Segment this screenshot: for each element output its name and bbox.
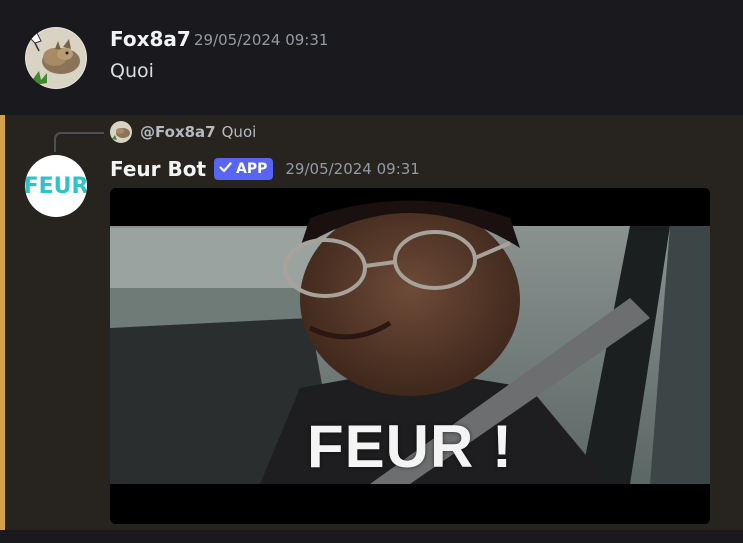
gif-caption: FEUR !: [307, 413, 513, 480]
reply-spine: [54, 132, 104, 152]
username-feur-bot[interactable]: Feur Bot: [110, 157, 206, 181]
fox-avatar-image: [25, 27, 87, 89]
message-feur-bot: @Fox8a7 Quoi FEUR Feur Bot APP 29/05/202…: [0, 115, 743, 530]
app-badge: APP: [214, 158, 274, 180]
feur-logo: FEUR: [25, 173, 87, 199]
checkmark-icon: [219, 161, 232, 177]
chat-divider: [0, 530, 743, 543]
message-timestamp: 29/05/2024 09:31: [285, 160, 420, 178]
message-timestamp: 29/05/2024 09:31: [194, 31, 329, 49]
bot-avatar-feur[interactable]: FEUR: [25, 155, 87, 217]
chat-window: Fox8a7 29/05/2024 09:31 Quoi @Fox8a7 Quo…: [0, 0, 743, 543]
reply-text: Quoi: [221, 123, 257, 141]
user-avatar-fox8a7[interactable]: [25, 27, 87, 89]
username-fox8a7[interactable]: Fox8a7: [110, 26, 191, 52]
message-content: Quoi: [110, 60, 154, 82]
reply-preview[interactable]: @Fox8a7 Quoi: [110, 121, 256, 143]
mention-highlight-bar: [0, 115, 5, 530]
message-fox8a7: Fox8a7 29/05/2024 09:31 Quoi: [0, 0, 743, 115]
fox-avatar-image: [110, 121, 132, 143]
reply-avatar: [110, 121, 132, 143]
gif-embed[interactable]: FEUR !: [110, 188, 710, 524]
message-header: Feur Bot APP 29/05/2024 09:31: [110, 155, 420, 183]
reply-author[interactable]: @Fox8a7: [140, 123, 216, 141]
app-badge-label: APP: [236, 161, 268, 177]
